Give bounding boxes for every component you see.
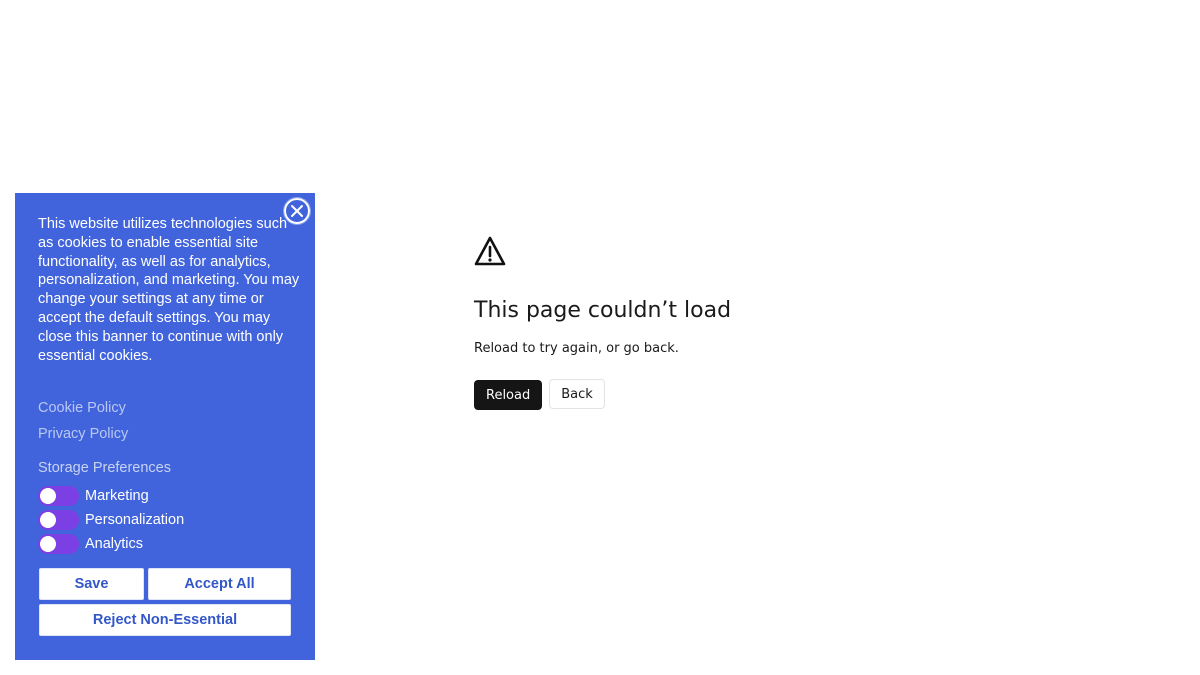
- toggle-knob: [40, 512, 56, 528]
- error-actions: Reload Back: [474, 379, 874, 410]
- toggle-marketing[interactable]: Marketing: [38, 486, 149, 506]
- toggle-label: Personalization: [85, 512, 185, 528]
- toggle-personalization[interactable]: Personalization: [38, 510, 184, 530]
- toggle-knob: [40, 536, 56, 552]
- error-panel: This page couldn’t load Reload to try ag…: [474, 236, 874, 410]
- toggle-switch[interactable]: [38, 510, 79, 530]
- cookie-description: This website utilizes technologies such …: [38, 216, 300, 364]
- error-message: Reload to try again, or go back.: [474, 341, 679, 356]
- error-title: This page couldn’t load: [474, 298, 732, 323]
- toggle-knob: [40, 488, 56, 504]
- back-button[interactable]: Back: [549, 379, 605, 409]
- toggle-label: Marketing: [85, 488, 149, 504]
- toggle-label: Analytics: [85, 536, 144, 552]
- reject-non-essential-button[interactable]: Reject Non-Essential: [39, 604, 291, 636]
- reload-button[interactable]: Reload: [474, 380, 543, 410]
- toggle-switch[interactable]: [38, 486, 79, 506]
- save-button[interactable]: Save: [39, 568, 144, 600]
- accept-all-button[interactable]: Accept All: [148, 568, 291, 600]
- privacy-policy-link[interactable]: Privacy Policy: [38, 425, 128, 443]
- toggle-analytics[interactable]: Analytics: [38, 534, 143, 554]
- toggle-switch[interactable]: [38, 534, 79, 554]
- cookie-policy-link[interactable]: Cookie Policy: [38, 399, 126, 417]
- warning-triangle-icon: [474, 236, 506, 266]
- storage-preferences-heading: Storage Preferences: [38, 460, 171, 476]
- cookie-banner: This website utilizes technologies such …: [15, 193, 315, 660]
